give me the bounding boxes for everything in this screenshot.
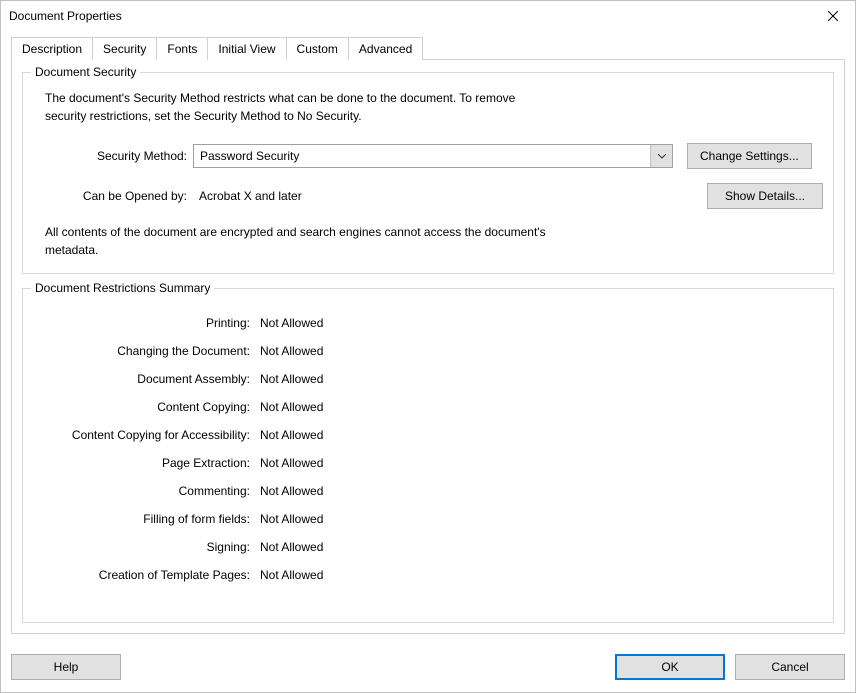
tab-description[interactable]: Description bbox=[11, 37, 93, 60]
restriction-value: Not Allowed bbox=[258, 372, 323, 386]
titlebar: Document Properties bbox=[1, 1, 855, 31]
tab-security[interactable]: Security bbox=[92, 37, 157, 60]
tab-list: Description Security Fonts Initial View … bbox=[11, 37, 845, 60]
security-method-value: Password Security bbox=[200, 149, 299, 163]
security-description: The document's Security Method restricts… bbox=[33, 85, 823, 129]
restriction-row-commenting: Commenting: Not Allowed bbox=[33, 477, 823, 505]
restriction-value: Not Allowed bbox=[258, 316, 323, 330]
restriction-row-form-fields: Filling of form fields: Not Allowed bbox=[33, 505, 823, 533]
restriction-value: Not Allowed bbox=[258, 456, 323, 470]
restriction-row-changing: Changing the Document: Not Allowed bbox=[33, 337, 823, 365]
restriction-row-template-pages: Creation of Template Pages: Not Allowed bbox=[33, 561, 823, 589]
restriction-label: Commenting: bbox=[33, 484, 258, 498]
ok-button[interactable]: OK bbox=[615, 654, 725, 680]
restriction-row-assembly: Document Assembly: Not Allowed bbox=[33, 365, 823, 393]
opened-by-value: Acrobat X and later bbox=[193, 189, 302, 203]
cancel-button[interactable]: Cancel bbox=[735, 654, 845, 680]
content-area: Description Security Fonts Initial View … bbox=[1, 31, 855, 644]
restriction-value: Not Allowed bbox=[258, 428, 323, 442]
encryption-note-line: All contents of the document are encrypt… bbox=[45, 223, 593, 241]
restriction-value: Not Allowed bbox=[258, 568, 323, 582]
restriction-label: Content Copying for Accessibility: bbox=[33, 428, 258, 442]
restriction-row-copy-accessibility: Content Copying for Accessibility: Not A… bbox=[33, 421, 823, 449]
opened-by-row: Can be Opened by: Acrobat X and later Sh… bbox=[33, 183, 823, 209]
show-details-button[interactable]: Show Details... bbox=[707, 183, 823, 209]
security-description-line: security restrictions, set the Security … bbox=[45, 107, 823, 125]
restrictions-list: Printing: Not Allowed Changing the Docum… bbox=[33, 301, 823, 589]
restriction-row-copying: Content Copying: Not Allowed bbox=[33, 393, 823, 421]
restriction-value: Not Allowed bbox=[258, 400, 323, 414]
restriction-label: Content Copying: bbox=[33, 400, 258, 414]
restriction-label: Creation of Template Pages: bbox=[33, 568, 258, 582]
restrictions-legend: Document Restrictions Summary bbox=[31, 281, 214, 295]
window-close-button[interactable] bbox=[810, 1, 855, 31]
document-security-legend: Document Security bbox=[31, 65, 140, 79]
encryption-note-line: metadata. bbox=[45, 241, 593, 259]
tab-advanced[interactable]: Advanced bbox=[348, 37, 423, 60]
restriction-value: Not Allowed bbox=[258, 540, 323, 554]
security-method-label: Security Method: bbox=[33, 149, 193, 163]
tab-fonts[interactable]: Fonts bbox=[156, 37, 208, 60]
tab-initial-view[interactable]: Initial View bbox=[207, 37, 286, 60]
restrictions-group: Document Restrictions Summary Printing: … bbox=[22, 288, 834, 623]
security-description-line: The document's Security Method restricts… bbox=[45, 89, 823, 107]
help-button[interactable]: Help bbox=[11, 654, 121, 680]
tab-panel-security: Document Security The document's Securit… bbox=[11, 59, 845, 634]
document-properties-dialog: Document Properties Description Security… bbox=[0, 0, 856, 693]
security-method-dropdown[interactable]: Password Security bbox=[193, 144, 673, 168]
restriction-value: Not Allowed bbox=[258, 484, 323, 498]
dialog-footer: Help OK Cancel bbox=[1, 644, 855, 692]
restriction-value: Not Allowed bbox=[258, 344, 323, 358]
opened-by-label: Can be Opened by: bbox=[33, 189, 193, 203]
restriction-label: Page Extraction: bbox=[33, 456, 258, 470]
window-title: Document Properties bbox=[9, 9, 122, 23]
tab-custom[interactable]: Custom bbox=[286, 37, 349, 60]
restriction-label: Document Assembly: bbox=[33, 372, 258, 386]
security-method-row: Security Method: Password Security Chang… bbox=[33, 143, 823, 169]
document-security-group: Document Security The document's Securit… bbox=[22, 72, 834, 274]
encryption-note: All contents of the document are encrypt… bbox=[33, 223, 593, 259]
restriction-row-page-extraction: Page Extraction: Not Allowed bbox=[33, 449, 823, 477]
close-icon bbox=[828, 11, 838, 21]
restriction-label: Filling of form fields: bbox=[33, 512, 258, 526]
restriction-row-printing: Printing: Not Allowed bbox=[33, 309, 823, 337]
restriction-label: Printing: bbox=[33, 316, 258, 330]
chevron-down-icon bbox=[650, 145, 672, 167]
restriction-value: Not Allowed bbox=[258, 512, 323, 526]
restriction-label: Signing: bbox=[33, 540, 258, 554]
restriction-row-signing: Signing: Not Allowed bbox=[33, 533, 823, 561]
restriction-label: Changing the Document: bbox=[33, 344, 258, 358]
change-settings-button[interactable]: Change Settings... bbox=[687, 143, 812, 169]
